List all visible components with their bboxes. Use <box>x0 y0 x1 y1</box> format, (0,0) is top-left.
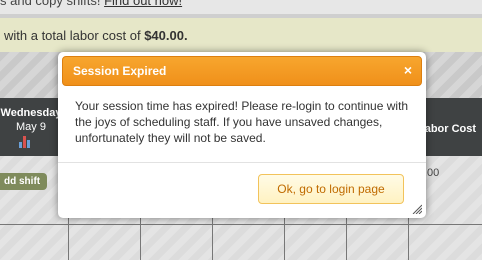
top-hint-bar: s and copy shifts! Find out how! <box>0 0 482 14</box>
grid-line <box>284 218 285 260</box>
dialog-message: Your session time has expired! Please re… <box>75 99 409 145</box>
top-hint-label: s and copy shifts! <box>0 0 105 8</box>
grid-line <box>346 218 347 260</box>
grid-line <box>140 218 141 260</box>
grid-line <box>212 218 213 260</box>
go-to-login-button[interactable]: Ok, go to login page <box>258 174 404 204</box>
grid-line <box>408 218 409 260</box>
resize-grip-icon[interactable] <box>412 204 422 214</box>
grid-line <box>68 218 69 260</box>
day-date: May 9 <box>16 121 46 133</box>
close-icon[interactable]: × <box>404 62 412 78</box>
row-labor-cost: .00 <box>424 167 440 179</box>
labor-cost-column-header: Labor Cost <box>418 123 477 135</box>
labor-cost-banner: with a total labor cost of $40.00. <box>0 18 482 52</box>
labor-cost-prefix: with a total labor cost of <box>4 28 145 43</box>
dialog-divider <box>58 162 426 163</box>
session-expired-dialog: Session Expired × Your session time has … <box>58 52 426 218</box>
dialog-title: Session Expired <box>73 64 167 78</box>
add-shift-button[interactable]: dd shift <box>0 173 48 190</box>
day-column-header[interactable]: Wednesday May 9 <box>0 106 62 134</box>
grid-line <box>0 224 482 225</box>
labor-cost-summary: with a total labor cost of $40.00. <box>4 28 188 43</box>
chart-bars-icon[interactable] <box>18 136 32 148</box>
find-out-how-link[interactable]: Find out how! <box>104 0 182 8</box>
day-name: Wednesday <box>0 107 62 119</box>
dialog-header[interactable]: Session Expired × <box>62 56 422 86</box>
top-hint-text: s and copy shifts! Find out how! <box>0 0 182 8</box>
labor-cost-amount: $40.00. <box>144 28 188 43</box>
